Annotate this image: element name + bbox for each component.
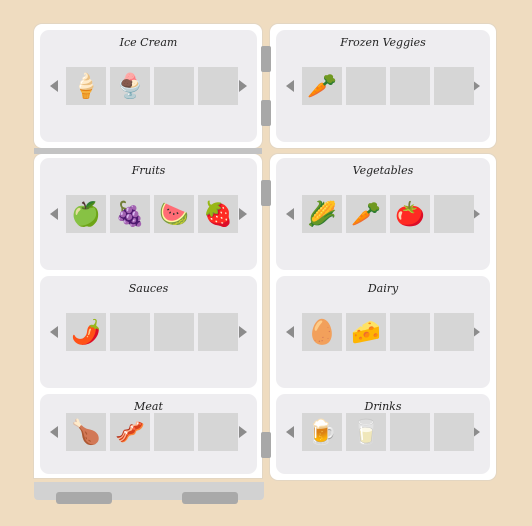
shelf-fruits: Fruits 🍏 🍇 🍉 🍓 bbox=[40, 158, 257, 270]
shelf-title: Drinks bbox=[364, 400, 402, 413]
shelf-title: Vegetables bbox=[352, 164, 414, 177]
ice-cream-bowl-icon: 🍨 bbox=[115, 72, 145, 100]
slot-row: 🥕 bbox=[302, 67, 474, 105]
watermelon-icon: 🍉 bbox=[159, 200, 189, 228]
item-slot[interactable]: 🥕 bbox=[346, 195, 386, 233]
item-slot[interactable]: 🥓 bbox=[110, 413, 150, 451]
slot-row: 🥚 🧀 bbox=[302, 313, 474, 351]
empty-slot[interactable] bbox=[434, 67, 474, 105]
item-slot[interactable]: 🧀 bbox=[346, 313, 386, 351]
green-apple-icon: 🍏 bbox=[71, 200, 101, 228]
scroll-left-arrow[interactable] bbox=[286, 426, 294, 438]
empty-slot[interactable] bbox=[390, 67, 430, 105]
empty-slot[interactable] bbox=[198, 313, 238, 351]
shelf-dairy: Dairy 🥚 🧀 bbox=[276, 276, 490, 388]
item-slot[interactable]: 🌽 bbox=[302, 195, 342, 233]
slot-row: 🌶️ bbox=[66, 313, 238, 351]
scroll-left-arrow[interactable] bbox=[286, 80, 294, 92]
milk-glass-icon: 🥛 bbox=[351, 418, 381, 446]
shelf-ice-cream: Ice Cream 🍦 🍨 bbox=[40, 30, 257, 142]
item-slot[interactable]: 🍦 bbox=[66, 67, 106, 105]
scroll-right-arrow[interactable] bbox=[239, 208, 247, 220]
shelf-sauces: Sauces 🌶️ bbox=[40, 276, 257, 388]
slot-row: 🍗 🥓 bbox=[66, 413, 238, 451]
item-slot[interactable]: 🍓 bbox=[198, 195, 238, 233]
item-slot[interactable]: 🥕 bbox=[302, 67, 342, 105]
tomato-icon: 🍅 bbox=[395, 200, 425, 228]
empty-slot[interactable] bbox=[198, 413, 238, 451]
item-slot[interactable]: 🥚 bbox=[302, 313, 342, 351]
strawberry-icon: 🍓 bbox=[203, 200, 233, 228]
scroll-left-arrow[interactable] bbox=[50, 80, 58, 92]
empty-slot[interactable] bbox=[154, 413, 194, 451]
shelf-frozen-veggies: Frozen Veggies 🥕 bbox=[276, 30, 490, 142]
item-slot[interactable]: 🥛 bbox=[346, 413, 386, 451]
empty-slot[interactable] bbox=[390, 313, 430, 351]
empty-slot[interactable] bbox=[198, 67, 238, 105]
scroll-left-arrow[interactable] bbox=[286, 208, 294, 220]
empty-slot[interactable] bbox=[390, 413, 430, 451]
slot-row: 🍏 🍇 🍉 🍓 bbox=[66, 195, 238, 233]
empty-slot[interactable] bbox=[434, 313, 474, 351]
empty-slot[interactable] bbox=[434, 195, 474, 233]
corn-icon: 🌽 bbox=[307, 200, 337, 228]
empty-slot[interactable] bbox=[154, 313, 194, 351]
chili-pepper-icon: 🌶️ bbox=[71, 318, 101, 346]
slot-row: 🌽 🥕 🍅 bbox=[302, 195, 474, 233]
cheese-icon: 🧀 bbox=[351, 318, 381, 346]
carrot-icon: 🥕 bbox=[351, 200, 381, 228]
fridge-foot-right bbox=[182, 492, 238, 504]
soft-serve-icon: 🍦 bbox=[71, 72, 101, 100]
scroll-left-arrow[interactable] bbox=[50, 426, 58, 438]
beer-mug-icon: 🍺 bbox=[307, 418, 337, 446]
egg-icon: 🥚 bbox=[307, 318, 337, 346]
scroll-left-arrow[interactable] bbox=[50, 326, 58, 338]
freezer-handle-lower[interactable] bbox=[261, 100, 271, 126]
slot-row: 🍦 🍨 bbox=[66, 67, 238, 105]
slot-row: 🍺 🥛 bbox=[302, 413, 474, 451]
carrot-icon: 🥕 bbox=[307, 72, 337, 100]
item-slot[interactable]: 🍺 bbox=[302, 413, 342, 451]
scroll-right-arrow[interactable] bbox=[239, 426, 247, 438]
scroll-left-arrow[interactable] bbox=[50, 208, 58, 220]
item-slot[interactable]: 🍗 bbox=[66, 413, 106, 451]
shelf-vegetables: Vegetables 🌽 🥕 🍅 bbox=[276, 158, 490, 270]
freezer-handle-upper[interactable] bbox=[261, 46, 271, 72]
shelf-drinks: Drinks 🍺 🥛 bbox=[276, 394, 490, 474]
grapes-icon: 🍇 bbox=[115, 200, 145, 228]
empty-slot[interactable] bbox=[434, 413, 474, 451]
shelf-title: Frozen Veggies bbox=[340, 36, 426, 49]
item-slot[interactable]: 🍏 bbox=[66, 195, 106, 233]
shelf-title: Fruits bbox=[131, 164, 166, 177]
item-slot[interactable]: 🍅 bbox=[390, 195, 430, 233]
shelf-title: Sauces bbox=[128, 282, 169, 295]
shelf-title: Dairy bbox=[367, 282, 399, 295]
fridge-handle-lower[interactable] bbox=[261, 432, 271, 458]
shelf-title: Meat bbox=[134, 400, 163, 413]
scroll-right-arrow[interactable] bbox=[239, 326, 247, 338]
item-slot[interactable]: 🍨 bbox=[110, 67, 150, 105]
item-slot[interactable]: 🍇 bbox=[110, 195, 150, 233]
scroll-right-arrow[interactable] bbox=[239, 80, 247, 92]
shelf-meat: Meat 🍗 🥓 bbox=[40, 394, 257, 474]
bacon-icon: 🥓 bbox=[115, 418, 145, 446]
fridge-handle-upper[interactable] bbox=[261, 180, 271, 206]
drumstick-icon: 🍗 bbox=[71, 418, 101, 446]
empty-slot[interactable] bbox=[154, 67, 194, 105]
fridge-foot-left bbox=[56, 492, 112, 504]
scroll-left-arrow[interactable] bbox=[286, 326, 294, 338]
item-slot[interactable]: 🍉 bbox=[154, 195, 194, 233]
shelf-title: Ice Cream bbox=[119, 36, 178, 49]
empty-slot[interactable] bbox=[346, 67, 386, 105]
item-slot[interactable]: 🌶️ bbox=[66, 313, 106, 351]
empty-slot[interactable] bbox=[110, 313, 150, 351]
freezer-divider bbox=[34, 148, 262, 154]
